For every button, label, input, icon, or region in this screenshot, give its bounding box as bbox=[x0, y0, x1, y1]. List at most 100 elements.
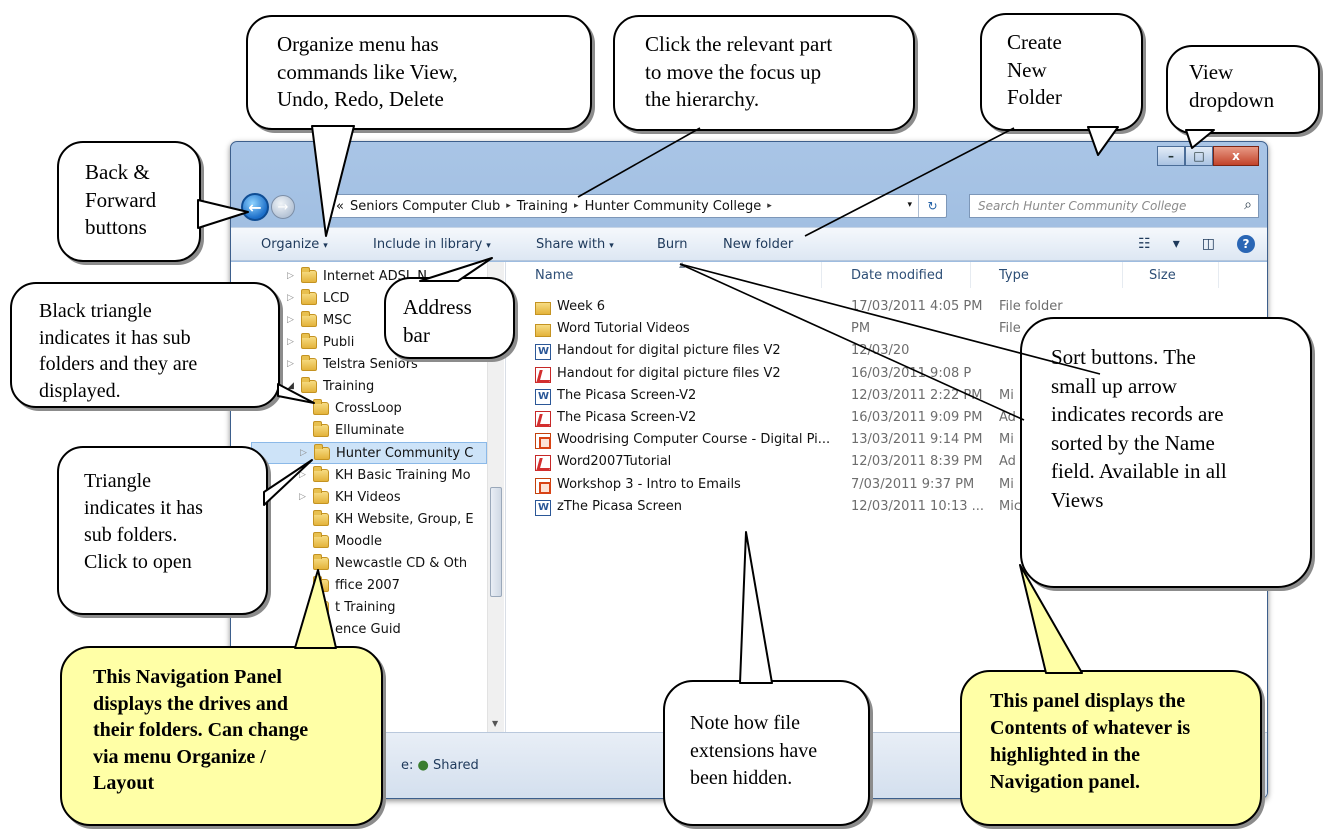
column-header-type[interactable]: Type bbox=[971, 262, 1123, 288]
tree-item[interactable]: Newcastle CD & Oth bbox=[299, 552, 467, 574]
callout-line: Create bbox=[1007, 30, 1062, 54]
preview-pane-icon[interactable]: ◫ bbox=[1202, 236, 1215, 252]
view-dropdown-icon[interactable]: ▾ bbox=[1173, 236, 1180, 252]
tree-item[interactable]: ▷ Hunter Community C bbox=[251, 442, 487, 464]
column-header-name[interactable]: Name ▲ bbox=[507, 260, 822, 288]
tree-item-label: KH Basic Training Mo bbox=[335, 467, 471, 483]
address-dropdown-icon[interactable]: ▾ bbox=[907, 200, 912, 210]
callout-line: Organize menu has bbox=[277, 32, 439, 56]
tree-item[interactable]: ▷ KH Basic Training Mo bbox=[299, 464, 471, 486]
breadcrumb-separator-icon[interactable]: ▸ bbox=[574, 201, 579, 211]
expand-triangle-icon[interactable]: ▷ bbox=[287, 337, 301, 347]
tree-item[interactable]: ◢ Training bbox=[287, 375, 374, 397]
expand-triangle-icon[interactable]: ▷ bbox=[287, 271, 301, 281]
callout-line: displayed. bbox=[39, 379, 121, 402]
callout-new-folder: Create New Folder bbox=[980, 13, 1143, 131]
callout-line: Click the relevant part bbox=[645, 32, 833, 56]
breadcrumb-training[interactable]: Training bbox=[517, 199, 568, 214]
tree-item[interactable]: ffice 2007 bbox=[299, 574, 400, 596]
file-name: Word Tutorial Videos bbox=[557, 321, 690, 337]
file-name: Handout for digital picture files V2 bbox=[557, 365, 781, 381]
callout-line: buttons bbox=[85, 215, 147, 240]
breadcrumb-separator-icon[interactable]: ▸ bbox=[506, 201, 511, 211]
expand-triangle-icon[interactable]: ▷ bbox=[287, 315, 301, 325]
scroll-down-icon[interactable]: ▼ bbox=[492, 719, 498, 728]
search-input[interactable]: Search Hunter Community College ⌕ bbox=[969, 194, 1259, 218]
folder-icon bbox=[313, 487, 329, 504]
tree-item-label: Hunter Community C bbox=[336, 445, 474, 461]
callout-text: Create New Folder bbox=[1007, 29, 1062, 112]
close-button[interactable]: x bbox=[1213, 146, 1259, 166]
expand-triangle-icon[interactable]: ◢ bbox=[287, 381, 301, 391]
callout-line: indicates records are bbox=[1051, 402, 1224, 427]
callout-line: Layout bbox=[93, 772, 155, 795]
column-header-size[interactable]: Size bbox=[1123, 262, 1219, 288]
address-overflow-icon[interactable]: « bbox=[336, 199, 344, 214]
callout-line: Views bbox=[1051, 487, 1104, 512]
tree-item[interactable]: t Training bbox=[299, 596, 396, 618]
callout-text: View dropdown bbox=[1189, 59, 1274, 114]
expand-triangle-icon[interactable]: ▷ bbox=[299, 470, 313, 480]
expand-triangle-icon[interactable]: ▷ bbox=[287, 359, 301, 369]
view-options-icon[interactable]: ☷ bbox=[1138, 236, 1151, 252]
include-in-library-button[interactable]: Include in library ▾ bbox=[373, 237, 491, 252]
tree-item[interactable]: CrossLoop bbox=[299, 397, 402, 419]
file-type: Ad bbox=[999, 410, 1016, 425]
file-row[interactable]: Week 6 17/03/2011 4:05 PM File folder bbox=[535, 296, 1255, 318]
callout-line: Forward bbox=[85, 187, 157, 212]
details-prefix: e: bbox=[401, 758, 414, 773]
burn-button[interactable]: Burn bbox=[657, 237, 688, 252]
callout-line: Black triangle bbox=[39, 300, 152, 322]
breadcrumb-hunter-community-college[interactable]: Hunter Community College bbox=[585, 199, 762, 214]
folder-icon bbox=[313, 553, 329, 570]
callout-file-extensions: Note how file extensions have been hidde… bbox=[663, 680, 870, 826]
folder-icon bbox=[301, 354, 317, 371]
minimize-button[interactable]: – bbox=[1157, 146, 1185, 166]
organize-menu-button[interactable]: Organize ▾ bbox=[261, 237, 328, 252]
file-name: Woodrising Computer Course - Digital Pi.… bbox=[557, 432, 831, 448]
search-icon[interactable]: ⌕ bbox=[1244, 197, 1252, 213]
callout-black-triangle: Black triangle indicates it has sub fold… bbox=[10, 282, 280, 408]
address-bar[interactable]: « Seniors Computer Club ▸ Training ▸ Hun… bbox=[327, 194, 947, 218]
callout-line: small up arrow bbox=[1051, 373, 1177, 398]
tree-item-label: t Training bbox=[335, 599, 396, 615]
chevron-down-icon: ▾ bbox=[486, 241, 491, 251]
tree-item[interactable]: ▷ MSC bbox=[287, 309, 352, 331]
tree-item[interactable]: ence Guid bbox=[299, 618, 401, 640]
callout-line: been hidden. bbox=[690, 767, 793, 790]
expand-triangle-icon[interactable]: ▷ bbox=[300, 448, 314, 458]
word-doc-icon bbox=[535, 499, 551, 516]
tree-item-label: CrossLoop bbox=[335, 400, 402, 416]
callout-organize-menu: Organize menu has commands like View, Un… bbox=[246, 15, 592, 130]
breadcrumb-separator-icon[interactable]: ▸ bbox=[767, 201, 772, 211]
callout-line: Folder bbox=[1007, 85, 1062, 110]
expand-triangle-icon[interactable]: ▷ bbox=[299, 492, 313, 502]
tree-item[interactable]: Elluminate bbox=[299, 419, 404, 441]
file-date-modified: 12/03/2011 10:13 ... bbox=[851, 498, 985, 514]
maximize-button[interactable]: □ bbox=[1185, 146, 1213, 166]
breadcrumb-seniors-computer-club[interactable]: Seniors Computer Club bbox=[350, 199, 500, 214]
scrollbar-thumb[interactable] bbox=[490, 487, 502, 597]
file-type: Ad bbox=[999, 454, 1016, 470]
share-with-label: Share with bbox=[536, 237, 606, 252]
tree-item[interactable]: ▷ Publi bbox=[287, 331, 354, 353]
tree-item[interactable]: KH Website, Group, E bbox=[299, 508, 474, 530]
tree-item[interactable]: Moodle bbox=[299, 530, 382, 552]
help-icon[interactable]: ? bbox=[1237, 235, 1255, 253]
file-type: File bbox=[999, 321, 1021, 337]
command-bar: Organize ▾ Include in library ▾ Share with… bbox=[231, 227, 1267, 261]
refresh-button[interactable]: ↻ bbox=[918, 195, 946, 217]
tree-item[interactable]: ▷ LCD bbox=[287, 287, 349, 309]
forward-button[interactable]: → bbox=[271, 195, 295, 219]
pdf-icon bbox=[535, 411, 551, 427]
new-folder-button[interactable]: New folder bbox=[723, 237, 793, 252]
file-name: Word2007Tutorial bbox=[557, 454, 672, 470]
share-with-button[interactable]: Share with ▾ bbox=[536, 237, 614, 252]
tree-item[interactable]: ▷ KH Videos bbox=[299, 486, 401, 508]
file-date-modified: 13/03/2011 9:14 PM bbox=[851, 432, 983, 448]
expand-triangle-icon[interactable]: ▷ bbox=[287, 293, 301, 303]
annotated-explorer-screenshot: – □ x ← → « Seniors Computer Club ▸ Trai… bbox=[0, 0, 1330, 832]
callout-line: Triangle bbox=[84, 470, 152, 492]
back-button[interactable]: ← bbox=[241, 193, 269, 221]
column-header-date-modified[interactable]: Date modified bbox=[825, 262, 971, 288]
